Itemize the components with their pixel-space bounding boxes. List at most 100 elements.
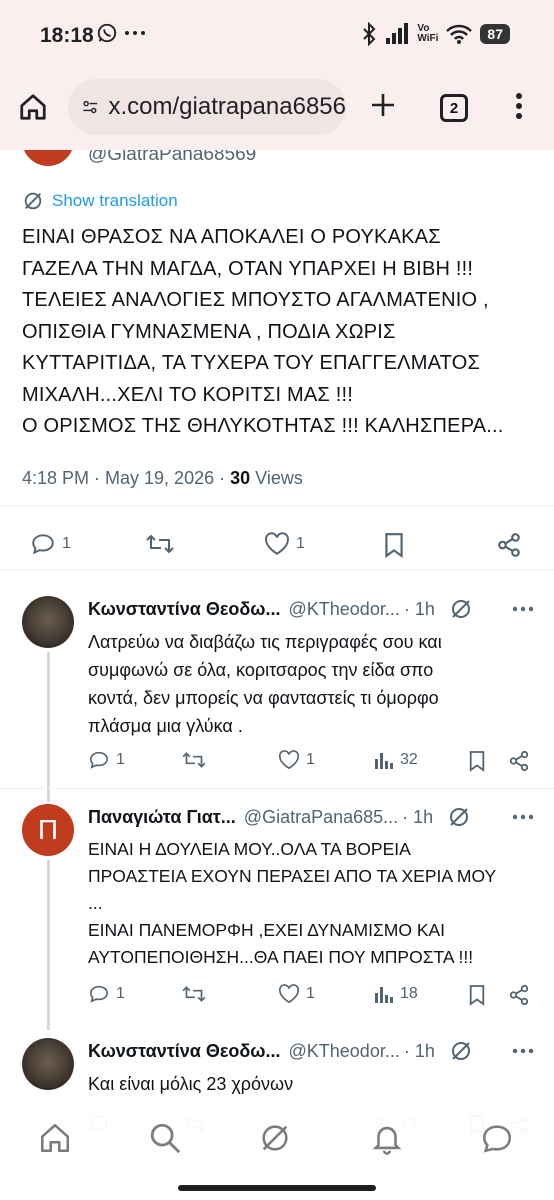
- like-icon: [278, 750, 300, 770]
- like-button[interactable]: 1: [278, 750, 315, 770]
- repost-icon: [146, 534, 174, 554]
- post-line: Ο ΟΡΙΣΜΟΣ ΤΗΣ ΘΗΛΥΚΟΤΗΤΑΣ !!! ΚΑΛΗΣΠΕΡΑ.…: [22, 415, 504, 437]
- show-translation-link[interactable]: Show translation: [22, 190, 178, 212]
- divider: [0, 788, 554, 789]
- like-button[interactable]: 1: [264, 532, 305, 556]
- post-line: ΤΕΛΕΙΕΣ ΑΝΑΛΟΓΙΕΣ ΜΠΟΥΣΤΟ ΑΓΑΛΜΑΤΕΝΙΟ ,: [22, 289, 489, 311]
- status-icons-left: [96, 22, 146, 44]
- reply-author-name[interactable]: Κωνσταντίνα Θεοδω...: [88, 1041, 281, 1062]
- volte-bottom-label: WiFi: [417, 33, 439, 44]
- reply-author-handle[interactable]: @GiatraPana685...: [244, 807, 398, 828]
- more-options-icon[interactable]: [512, 606, 534, 612]
- grok-icon: [24, 192, 42, 210]
- reply-line: ...: [88, 893, 103, 913]
- post-line: ΓΑΖΕΛΑ ΤΗΝ ΜΑΓΔΑ, ΟΤΑΝ ΥΠΑΡΧΕΙ Η ΒΙΒΗ !!…: [22, 257, 474, 280]
- post-timestamp: 4:18 PM · May 19, 2026 ·: [22, 468, 231, 488]
- address-bar[interactable]: x.com/giatrapana6856: [68, 79, 346, 135]
- reply-count: 1: [62, 535, 71, 552]
- reply-time: · 1h: [403, 1040, 435, 1061]
- timeline: @GiatraPana68569 Show translation ΕΙΝΑΙ …: [0, 150, 554, 1200]
- reply-button[interactable]: 1: [88, 750, 125, 770]
- notifications-icon[interactable]: [370, 1121, 404, 1155]
- divider: [0, 506, 554, 507]
- bookmark-icon: [469, 985, 485, 1006]
- reply-post[interactable]: Κωνσταντίνα Θεοδω... @KTheodor... · 1h Λ…: [0, 596, 554, 776]
- reply-header: Κωνσταντίνα Θεοδω... @KTheodor... · 1h: [88, 1038, 534, 1064]
- repost-button[interactable]: [182, 750, 206, 770]
- avatar[interactable]: Π: [22, 804, 74, 856]
- home-indicator[interactable]: [178, 1185, 376, 1191]
- main-post-handle[interactable]: @GiatraPana68569: [88, 150, 256, 166]
- grok-icon[interactable]: [258, 1121, 292, 1155]
- grok-icon[interactable]: [449, 597, 473, 621]
- status-time: 18:18: [40, 24, 94, 47]
- views-label: Views: [250, 468, 303, 488]
- grok-icon[interactable]: [447, 805, 471, 829]
- new-tab-plus-icon[interactable]: [370, 92, 396, 118]
- bookmark-icon: [385, 533, 403, 558]
- bookmark-icon: [469, 751, 485, 772]
- grok-icon[interactable]: [449, 1039, 473, 1063]
- reply-author-name[interactable]: Κωνσταντίνα Θεοδω...: [88, 599, 281, 620]
- like-icon: [278, 984, 300, 1004]
- search-icon[interactable]: [148, 1121, 182, 1155]
- share-button[interactable]: [496, 532, 522, 558]
- views-count: 18: [400, 985, 418, 1002]
- reply-button[interactable]: 1: [88, 984, 125, 1004]
- reply-action-bar: 1 1 32: [88, 750, 534, 776]
- home-icon[interactable]: [18, 92, 48, 122]
- reply-count: 1: [116, 751, 125, 768]
- overflow-menu-icon[interactable]: [514, 92, 524, 120]
- repost-button[interactable]: [182, 984, 206, 1004]
- repost-icon: [182, 752, 206, 768]
- post-line: ΟΠΙΣΘΙΑ ΓΥΜΝΑΣΜΕΝΑ , ΠΟΔΙΑ ΧΩΡΙΣ: [22, 320, 396, 343]
- more-options-icon[interactable]: [512, 814, 534, 820]
- post-line: ΕΙΝΑΙ ΘΡΑΣΟΣ ΝΑ ΑΠΟΚΑΛΕΙ Ο ΡΟΥΚΑΚΑΣ: [22, 226, 441, 248]
- reply-line: Λατρεύω να διαβάζω τις περιγραφές σου κα…: [88, 632, 442, 652]
- share-button[interactable]: [508, 750, 530, 772]
- like-button[interactable]: 1: [278, 984, 315, 1004]
- home-icon[interactable]: [38, 1121, 72, 1155]
- bookmark-button[interactable]: [383, 532, 405, 558]
- reply-header: Κωνσταντίνα Θεοδω... @KTheodor... · 1h: [88, 596, 534, 622]
- site-settings-icon[interactable]: [82, 96, 99, 118]
- views-button[interactable]: 18: [374, 984, 418, 1004]
- whatsapp-icon: [97, 23, 117, 43]
- views-icon: [375, 753, 393, 769]
- messages-icon[interactable]: [480, 1121, 514, 1155]
- battery-icon: 87: [480, 24, 510, 44]
- reply-author-name[interactable]: Παναγιώτα Γιατ...: [88, 807, 236, 828]
- signal-icon: [386, 23, 409, 44]
- views-count: 32: [400, 751, 418, 768]
- avatar[interactable]: [22, 596, 74, 648]
- browser-toolbar: x.com/giatrapana6856 2: [0, 68, 554, 150]
- reply-line: κοντά, δεν μπορείς να φανταστείς τι όμορ…: [88, 688, 439, 708]
- like-count: 1: [306, 751, 315, 768]
- reply-author-handle[interactable]: @KTheodor...: [289, 1041, 400, 1062]
- repost-button[interactable]: [146, 532, 174, 556]
- reply-line: ΕΙΝΑΙ Η ΔΟΥΛΕΙΑ ΜΟΥ..ΟΛΑ ΤΑ ΒΟΡΕΙΑ: [88, 839, 411, 859]
- post-meta: 4:18 PM · May 19, 2026 · 30 Views: [22, 468, 303, 489]
- more-options-icon[interactable]: [512, 1048, 534, 1054]
- reply-action-bar: 1 1 18: [88, 984, 534, 1010]
- reply-post[interactable]: Π Παναγιώτα Γιατ... @GiatraPana685... · …: [0, 804, 554, 1014]
- repost-icon: [182, 986, 206, 1002]
- bookmark-button[interactable]: [468, 750, 486, 772]
- reply-author-handle[interactable]: @KTheodor...: [289, 599, 400, 620]
- like-count: 1: [296, 535, 305, 552]
- avatar[interactable]: [22, 1038, 74, 1090]
- bookmark-button[interactable]: [468, 984, 486, 1006]
- reply-button[interactable]: 1: [30, 532, 71, 556]
- reply-text: Λατρεύω να διαβάζω τις περιγραφές σου κα…: [88, 628, 534, 740]
- reply-time: · 1h: [402, 806, 434, 827]
- reply-icon: [89, 985, 109, 1003]
- volte-wifi-indicator: Vo WiFi: [417, 24, 438, 44]
- avatar[interactable]: [22, 150, 74, 166]
- reply-line: Και είναι μόλις 23 χρόνων: [88, 1074, 294, 1094]
- bluetooth-icon: [363, 22, 376, 46]
- share-button[interactable]: [508, 984, 530, 1006]
- share-icon: [509, 750, 529, 772]
- tab-switcher-icon[interactable]: 2: [440, 94, 468, 122]
- reply-text: Και είναι μόλις 23 χρόνων: [88, 1070, 534, 1098]
- views-button[interactable]: 32: [374, 750, 418, 770]
